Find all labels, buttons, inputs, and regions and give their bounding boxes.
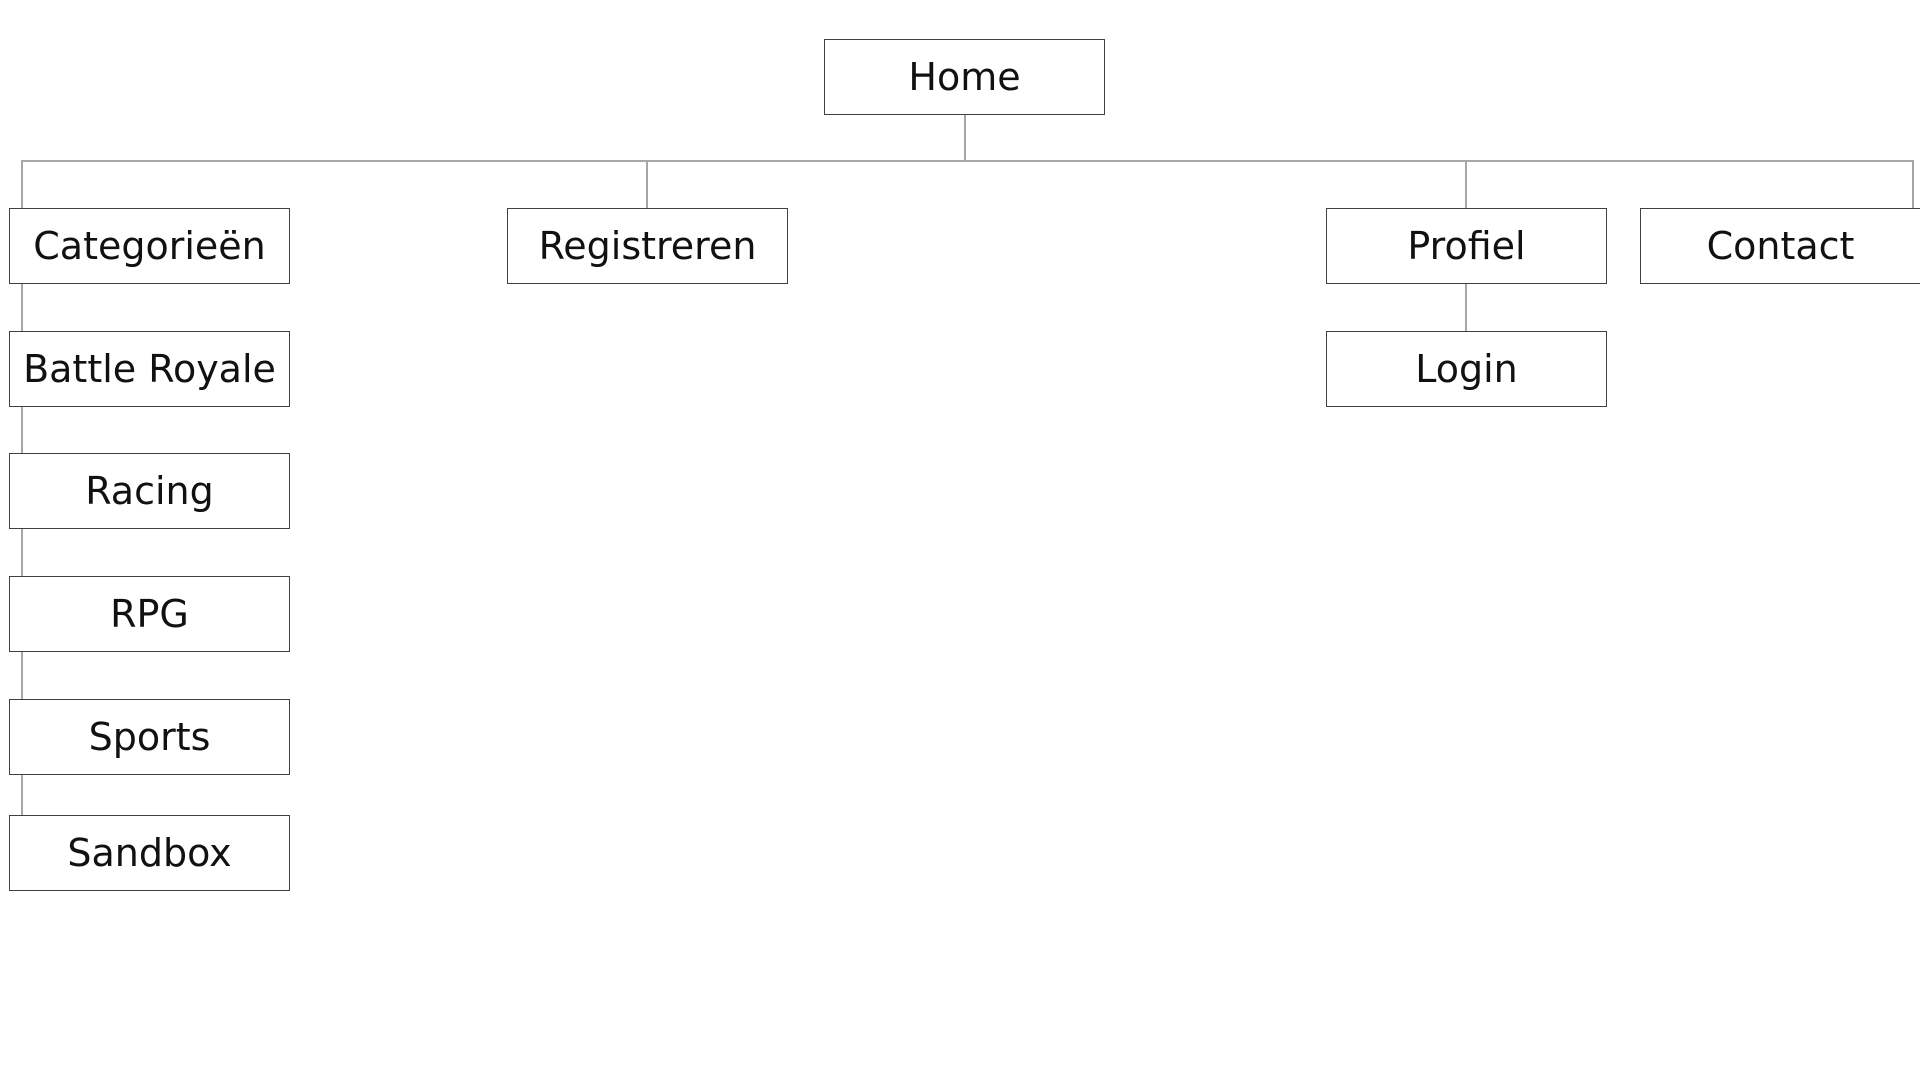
node-battle-royale: Battle Royale [9,331,290,407]
node-home: Home [824,39,1105,115]
node-profiel: Profiel [1326,208,1607,284]
connector-to-registreren [646,160,648,209]
node-categorieen: Categorieën [9,208,290,284]
node-login: Login [1326,331,1607,407]
node-sandbox: Sandbox [9,815,290,891]
node-contact: Contact [1640,208,1920,284]
node-racing: Racing [9,453,290,529]
connector-profiel-login [1465,284,1467,331]
connector-to-profiel [1465,160,1467,209]
node-registreren: Registreren [507,208,788,284]
connector-to-categorieen [21,160,23,209]
connector-to-contact [1912,160,1914,209]
node-sports: Sports [9,699,290,775]
connector-home-down [964,115,966,161]
node-rpg: RPG [9,576,290,652]
sitemap-diagram: Home Categorieën Registreren Profiel Con… [0,0,1920,1080]
connector-horizontal-bus [21,160,1914,162]
